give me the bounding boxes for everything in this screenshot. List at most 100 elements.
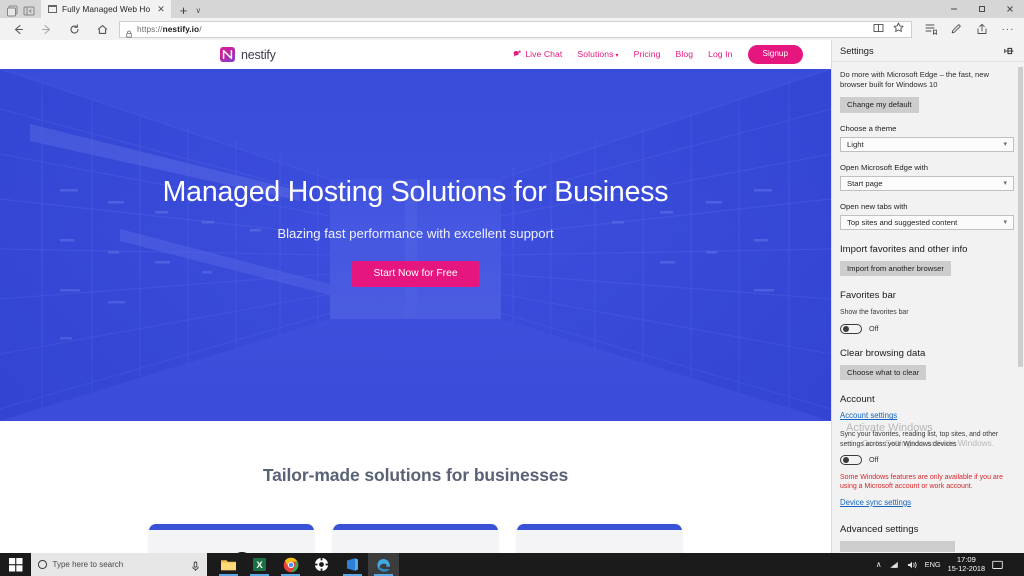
device-sync-settings-link[interactable]: Device sync settings (840, 498, 911, 507)
close-button[interactable] (996, 0, 1024, 18)
taskbar-excel-icon[interactable]: X (244, 553, 275, 576)
volume-icon[interactable] (907, 560, 918, 570)
taskbar-chrome-icon[interactable] (275, 553, 306, 576)
nav-link-solutions-label: Solutions (577, 49, 614, 60)
signup-button[interactable]: Signup (747, 45, 803, 64)
search-circle-icon (38, 560, 47, 569)
home-button[interactable] (88, 19, 116, 39)
lock-icon (126, 25, 132, 38)
pin-icon[interactable] (1002, 44, 1016, 58)
taskbar-edge-icon[interactable] (368, 553, 399, 576)
chevron-down-icon: ▾ (1003, 141, 1007, 149)
reading-view-icon[interactable] (873, 20, 884, 38)
chevron-down-icon: ▾ (615, 53, 619, 60)
favorites-bar-toggle-state: Off (869, 324, 879, 334)
browser-toolbar-icons: ··· (915, 19, 1020, 39)
language-indicator[interactable]: ENG (925, 560, 941, 569)
open-edge-with-select[interactable]: Start page ▾ (840, 175, 1014, 191)
site-navbar: nestify Live Chat Solutions ▾ Pricing Blo… (0, 40, 831, 69)
address-text: https://nestify.io/ (137, 24, 202, 34)
restore-button[interactable] (968, 0, 996, 18)
choose-what-to-clear-button[interactable]: Choose what to clear (840, 364, 927, 381)
network-icon[interactable] (889, 560, 900, 570)
share-icon[interactable] (970, 19, 994, 39)
tab-title: Fully Managed Web Ho (62, 4, 151, 14)
solution-card[interactable] (517, 524, 682, 553)
set-tabs-aside-icon[interactable] (6, 4, 19, 17)
sync-toggle[interactable] (840, 454, 862, 465)
solution-card[interactable] (149, 524, 314, 553)
nav-link-solutions[interactable]: Solutions ▾ (577, 49, 618, 59)
import-favorites-heading: Import favorites and other info (840, 243, 968, 255)
search-placeholder: Type here to search (52, 560, 124, 569)
edge-browser-window: Fully Managed Web Ho ✕ + ∨ https://nesti… (0, 0, 1024, 553)
svg-text:X: X (256, 560, 263, 571)
settings-body[interactable]: Activate Windows Go to Settings to activ… (832, 62, 1024, 553)
import-from-another-browser-button[interactable]: Import from another browser (840, 260, 951, 277)
tabs-you-set-aside-icon[interactable] (23, 4, 36, 16)
minimize-button[interactable] (940, 0, 968, 18)
tab-strip: Fully Managed Web Ho ✕ + ∨ (0, 0, 1024, 18)
favorites-bar-toggle[interactable] (840, 323, 862, 334)
open-new-tabs-with-label: Open new tabs with (840, 201, 908, 211)
advanced-settings-button[interactable] (840, 540, 955, 552)
chevron-down-icon: ▾ (1003, 219, 1007, 227)
notes-pen-icon[interactable] (944, 19, 968, 39)
back-button[interactable] (4, 19, 32, 39)
forward-button[interactable] (32, 19, 60, 39)
microphone-icon[interactable] (191, 559, 200, 571)
clock-date: 15-12-2018 (947, 563, 985, 573)
logo-text: nestify (241, 47, 276, 62)
tab-close-icon[interactable]: ✕ (155, 4, 165, 14)
tab-menu-chevron-icon[interactable]: ∨ (195, 7, 207, 18)
hero-subtitle: Blazing fast performance with excellent … (277, 225, 554, 241)
nav-link-login[interactable]: Log In (708, 49, 732, 59)
taskbar-apps: X (213, 553, 399, 576)
more-ellipsis-icon[interactable]: ··· (996, 19, 1020, 39)
address-bar-row: https://nestify.io/ ··· (0, 18, 1024, 40)
refresh-button[interactable] (60, 19, 88, 39)
clear-browsing-data-heading: Clear browsing data (840, 347, 926, 359)
change-my-default-button[interactable]: Change my default (840, 96, 919, 113)
site-logo[interactable]: nestify (220, 47, 276, 62)
search-input[interactable]: Type here to search (31, 553, 207, 576)
address-right-icons (873, 20, 905, 38)
theme-select[interactable]: Light ▾ (840, 136, 1014, 152)
choose-theme-label: Choose a theme (840, 123, 897, 133)
favorites-bar-heading: Favorites bar (840, 290, 896, 302)
edge-promo-text: Do more with Microsoft Edge – the fast, … (840, 70, 989, 90)
tab-favicon (48, 5, 57, 13)
chevron-down-icon: ▾ (1003, 180, 1007, 188)
section-title: Tailor-made solutions for businesses (262, 465, 569, 485)
favorites-bar-toggle-row[interactable]: Off (840, 323, 1014, 334)
nav-link-pricing[interactable]: Pricing (634, 49, 661, 59)
show-desktop-button[interactable] (1010, 553, 1019, 576)
nav-link-blog[interactable]: Blog (676, 49, 694, 59)
account-settings-link[interactable]: Account settings (840, 411, 897, 420)
system-tray: ∧ ENG 17:09 15-12-2018 (876, 553, 1024, 576)
nav-link-live-chat[interactable]: Live Chat (513, 49, 562, 59)
hero-title: Managed Hosting Solutions for Business (162, 176, 669, 208)
action-center-icon[interactable] (992, 560, 1003, 570)
tray-chevron-up-icon[interactable]: ∧ (876, 560, 882, 569)
sync-toggle-row[interactable]: Off (840, 454, 1014, 465)
clock[interactable]: 17:09 15-12-2018 (948, 556, 985, 572)
taskbar-file-explorer-icon[interactable] (213, 553, 244, 576)
favorites-star-icon[interactable] (893, 20, 904, 38)
chat-bubble-icon (513, 50, 522, 58)
solution-card[interactable] (333, 524, 498, 553)
hero-content: Managed Hosting Solutions for Business B… (0, 69, 831, 421)
window-controls (940, 0, 1024, 18)
open-new-tabs-with-select[interactable]: Top sites and suggested content ▾ (840, 214, 1014, 230)
solutions-section: Tailor-made solutions for businesses (0, 421, 831, 553)
open-edge-with-value: Start page (847, 178, 883, 188)
windows-start-icon[interactable] (0, 553, 31, 576)
new-tab-button[interactable]: + (171, 4, 196, 18)
taskbar-settings-gear-icon[interactable] (306, 553, 337, 576)
hero-cta-button[interactable]: Start Now for Free (352, 260, 479, 288)
taskbar-store-icon[interactable] (337, 553, 368, 576)
address-input[interactable]: https://nestify.io/ (119, 20, 912, 38)
settings-scrollbar-thumb[interactable] (1018, 67, 1023, 367)
hub-icon[interactable] (918, 19, 942, 39)
browser-tab[interactable]: Fully Managed Web Ho ✕ (41, 0, 171, 18)
